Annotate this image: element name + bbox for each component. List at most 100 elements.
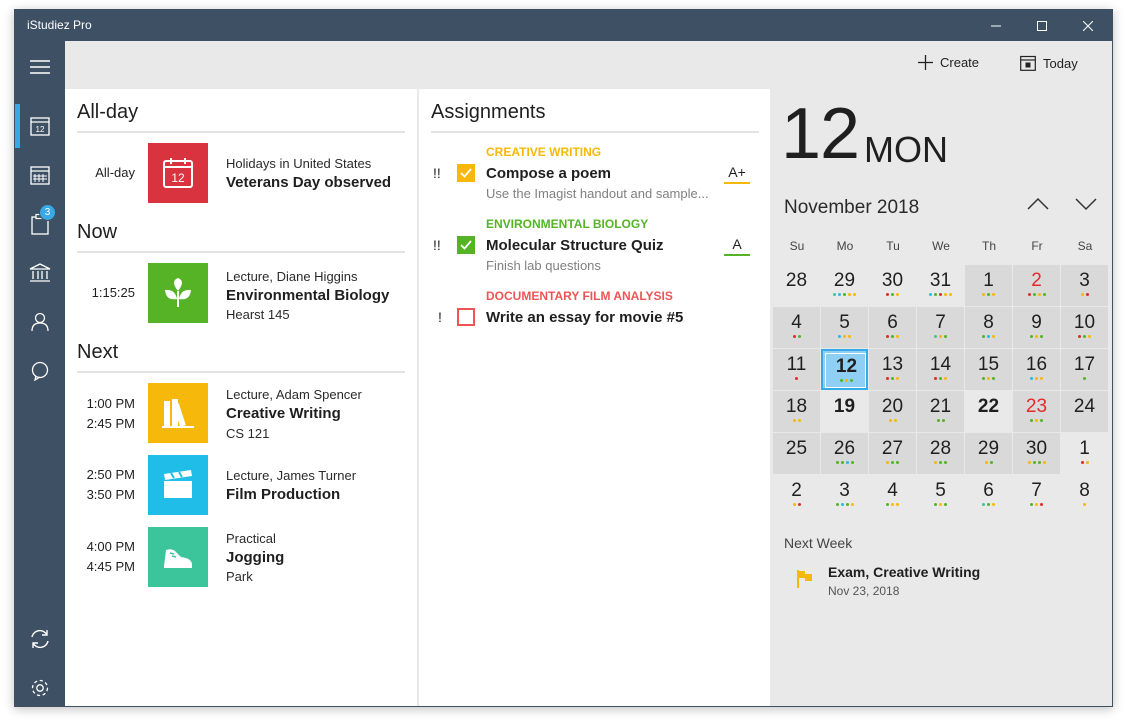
event-dot <box>939 377 942 380</box>
day-number: 28 <box>929 438 952 459</box>
today-button[interactable]: Today <box>1020 55 1078 71</box>
calendar-day[interactable]: 16 <box>1013 349 1060 390</box>
sidebar-item-institutions[interactable] <box>15 249 65 297</box>
event-tile <box>148 455 208 515</box>
calendar-day[interactable]: 29 <box>821 265 868 306</box>
calendar-day[interactable]: 4 <box>869 475 916 516</box>
calendar-day[interactable]: 22 <box>965 391 1012 432</box>
calendar-day[interactable]: 30 <box>1013 433 1060 474</box>
assignment-grade: A <box>724 236 750 256</box>
event-dot <box>795 377 798 380</box>
event-dots <box>869 377 916 382</box>
calendar-day[interactable]: 2 <box>773 475 820 516</box>
calendar-day[interactable]: 5 <box>917 475 964 516</box>
event-dot <box>1083 335 1086 338</box>
assignment-checkbox[interactable] <box>457 308 475 326</box>
next-month-button[interactable] <box>1075 197 1097 216</box>
sidebar-item-assignments[interactable]: 3 <box>15 200 65 248</box>
calendar-day[interactable]: 28 <box>917 433 964 474</box>
calendar-day[interactable]: 30 <box>869 265 916 306</box>
previous-month-button[interactable] <box>1027 197 1049 216</box>
books-icon <box>162 399 194 428</box>
calendar-day[interactable]: 10 <box>1061 307 1108 348</box>
calendar-day[interactable]: 25 <box>773 433 820 474</box>
calendar-day[interactable]: 3 <box>821 475 868 516</box>
event-name: Film Production <box>226 486 341 503</box>
event-name: Creative Writing <box>226 405 341 422</box>
calendar-panel: 12 MON November 2018 Su Mo Tu We Th Fr Sa 28 29… <box>772 89 1112 706</box>
event-dots <box>1061 503 1108 508</box>
calendar-grid-icon <box>30 166 50 185</box>
calendar-day[interactable]: 14 <box>917 349 964 390</box>
calendar-day[interactable]: 4 <box>773 307 820 348</box>
assignment-checkbox[interactable] <box>457 164 475 182</box>
calendar-day[interactable]: 2 <box>1013 265 1060 306</box>
calendar-day[interactable]: 6 <box>869 307 916 348</box>
event-dot <box>992 377 995 380</box>
calendar-day[interactable]: 1 <box>965 265 1012 306</box>
day-number: 4 <box>791 312 802 333</box>
create-button[interactable]: Create <box>918 55 979 70</box>
calendar-day[interactable]: 20 <box>869 391 916 432</box>
next-week-label: Next Week <box>784 535 853 551</box>
priority-mark: ! <box>438 309 442 325</box>
calendar-day[interactable]: 24 <box>1061 391 1108 432</box>
calendar-day[interactable]: 7 <box>917 307 964 348</box>
assignment-checkbox[interactable] <box>457 236 475 254</box>
sidebar-item-people[interactable] <box>15 298 65 346</box>
calendar-day[interactable]: 13 <box>869 349 916 390</box>
calendar-day[interactable]: 19 <box>821 391 868 432</box>
event-dot <box>1032 461 1036 464</box>
calendar-day[interactable]: 18 <box>773 391 820 432</box>
calendar-day[interactable]: 17 <box>1061 349 1108 390</box>
close-button[interactable] <box>1065 10 1111 41</box>
calendar-day[interactable]: 31 <box>917 265 964 306</box>
calendar-day[interactable]: 8 <box>965 307 1012 348</box>
calendar-day[interactable]: 15 <box>965 349 1012 390</box>
sidebar-item-feedback[interactable] <box>15 347 65 395</box>
chat-bubble-icon <box>31 361 49 381</box>
calendar-day[interactable]: 7 <box>1013 475 1060 516</box>
divider <box>77 371 405 373</box>
calendar-day[interactable]: 8 <box>1061 475 1108 516</box>
calendar-day[interactable]: 29 <box>965 433 1012 474</box>
event-dot <box>982 377 985 380</box>
day-number: 26 <box>833 438 856 459</box>
calendar-day[interactable]: 23 <box>1013 391 1060 432</box>
svg-text:12: 12 <box>36 125 45 134</box>
calendar-day-selected[interactable]: 12 <box>821 349 868 390</box>
calendar-day[interactable]: 5 <box>821 307 868 348</box>
event-dot <box>1030 377 1033 380</box>
event-dot <box>893 419 897 422</box>
event-dot <box>853 293 856 296</box>
calendar-day[interactable]: 3 <box>1061 265 1108 306</box>
sync-button[interactable] <box>15 615 65 663</box>
menu-button[interactable] <box>15 43 65 91</box>
event-end: 4:45 PM <box>86 559 135 574</box>
calendar-day[interactable]: 21 <box>917 391 964 432</box>
calendar-day[interactable]: 28 <box>773 265 820 306</box>
event-dot <box>987 377 990 380</box>
weekday-label: Sa <box>1077 239 1093 253</box>
day-number: 14 <box>929 354 952 375</box>
calendar-day[interactable]: 26 <box>821 433 868 474</box>
event-dots <box>823 379 870 384</box>
day-number: 17 <box>1073 354 1096 375</box>
event-dots <box>965 377 1012 382</box>
event-location: CS 121 <box>226 426 270 441</box>
event-name: Veterans Day observed <box>226 174 392 191</box>
calendar-day[interactable]: 6 <box>965 475 1012 516</box>
settings-button[interactable] <box>15 664 65 706</box>
calendar-day[interactable]: 11 <box>773 349 820 390</box>
sidebar-item-calendar[interactable] <box>15 151 65 199</box>
event-dot <box>987 503 990 506</box>
event-dot <box>939 335 942 338</box>
calendar-day[interactable]: 1 <box>1061 433 1108 474</box>
next-week-date: Nov 23, 2018 <box>828 584 900 598</box>
calendar-day[interactable]: 27 <box>869 433 916 474</box>
minimize-button[interactable] <box>973 10 1019 41</box>
maximize-button[interactable] <box>1019 10 1065 41</box>
sidebar-item-today[interactable]: 12 <box>15 102 65 150</box>
calendar-day[interactable]: 9 <box>1013 307 1060 348</box>
event-dot <box>835 461 839 464</box>
